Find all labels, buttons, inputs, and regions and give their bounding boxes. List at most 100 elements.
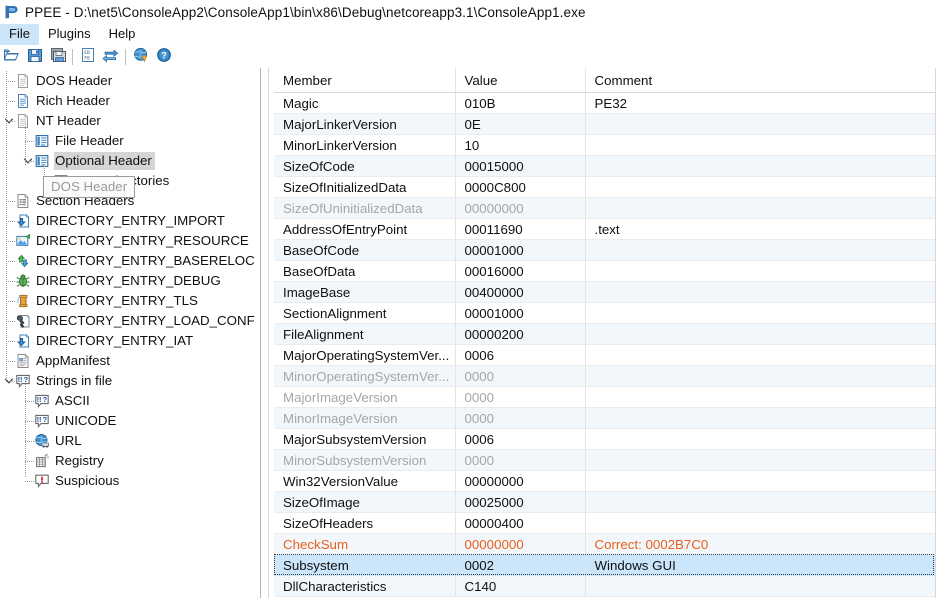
menu-plugins[interactable]: Plugins	[39, 24, 100, 45]
tree-item-directory-entry-tls[interactable]: DIRECTORY_ENTRY_TLS	[0, 291, 256, 311]
svg-text:!!: !!	[37, 395, 42, 404]
tree-item-label: Strings in file	[36, 373, 113, 388]
cell-member: AddressOfEntryPoint	[274, 218, 456, 240]
cell-member: MinorLinkerVersion	[274, 134, 456, 156]
tree-item-suspicious[interactable]: Suspicious	[0, 471, 256, 491]
cell-comment	[585, 428, 936, 450]
cell-comment	[585, 449, 936, 471]
table-row[interactable]: DllCharacteristics C140	[274, 575, 936, 597]
tree-item-appmanifest[interactable]: AppManifest	[0, 351, 256, 371]
tree-connector-line	[25, 124, 26, 166]
cell-value: 00001000	[455, 239, 586, 261]
cell-member: SizeOfUninitializedData	[274, 197, 456, 219]
table-blue-icon	[34, 133, 50, 149]
table-row[interactable]: Win32VersionValue 00000000	[274, 470, 936, 492]
cell-value: 0E	[455, 113, 586, 135]
save-as-icon	[50, 47, 66, 66]
column-header-member[interactable]: Member	[274, 68, 456, 93]
table-row[interactable]: MinorSubsystemVersion 0000	[274, 449, 936, 471]
member-table-panel[interactable]: Member Value Comment Magic 010B PE32 MajorL…	[274, 68, 950, 598]
table-row[interactable]: SectionAlignment 00001000	[274, 302, 936, 324]
tree-item-nt-header[interactable]: NT Header	[0, 111, 256, 131]
virustotal-button[interactable]	[129, 46, 152, 68]
splitter-line-left	[260, 68, 261, 598]
table-row[interactable]: SizeOfCode 00015000	[274, 155, 936, 177]
table-row[interactable]: Subsystem 0002 Windows GUI	[274, 554, 936, 576]
cell-comment	[585, 470, 936, 492]
strings-balloon-icon: !!?	[34, 413, 50, 429]
tree-item-ascii[interactable]: !!? ASCII	[0, 391, 256, 411]
tree-item-url[interactable]: URL	[0, 431, 256, 451]
panel-splitter[interactable]	[256, 68, 274, 598]
open-file-button[interactable]	[0, 46, 23, 68]
cell-value: 00015000	[455, 155, 586, 177]
table-row[interactable]: MajorLinkerVersion 0E	[274, 113, 936, 135]
cell-comment	[585, 491, 936, 513]
table-row[interactable]: ImageBase 00400000	[274, 281, 936, 303]
tree-connector-stub	[25, 441, 34, 442]
tree-connector-stub	[6, 361, 15, 362]
table-row[interactable]: MajorSubsystemVersion 0006	[274, 428, 936, 450]
svg-text:?: ?	[43, 415, 48, 424]
tree-item-dos-header[interactable]: DOS Header	[0, 71, 256, 91]
tree-item-optional-header[interactable]: Optional Header	[0, 151, 256, 171]
table-row[interactable]: BaseOfData 00016000	[274, 260, 936, 282]
column-header-comment[interactable]: Comment	[585, 68, 936, 93]
tree-item-registry[interactable]: Registry	[0, 451, 256, 471]
menu-help[interactable]: Help	[100, 24, 145, 45]
loadconfig-wrench-icon	[15, 313, 31, 329]
table-row[interactable]: SizeOfImage 00025000	[274, 491, 936, 513]
table-row[interactable]: AddressOfEntryPoint 00011690 .text	[274, 218, 936, 240]
save-as-button[interactable]	[46, 46, 69, 68]
tree-item-unicode[interactable]: !!? UNICODE	[0, 411, 256, 431]
table-row[interactable]: SizeOfInitializedData 0000C800	[274, 176, 936, 198]
refresh-button[interactable]	[99, 46, 122, 68]
tree-item-directory-entry-load-config[interactable]: DIRECTORY_ENTRY_LOAD_CONFIG	[0, 311, 256, 331]
table-row[interactable]: CheckSum 00000000 Correct: 0002B7C0	[274, 533, 936, 555]
cell-value: 00011690	[455, 218, 586, 240]
tree-item-rich-header[interactable]: Rich Header	[0, 91, 256, 111]
cell-member: Win32VersionValue	[274, 470, 456, 492]
table-row[interactable]: MajorImageVersion 0000	[274, 386, 936, 408]
document-blue-icon	[15, 93, 31, 109]
hex-editor-button[interactable]: EB F0	[76, 46, 99, 68]
cell-member: Subsystem	[274, 554, 456, 576]
table-row[interactable]: MinorImageVersion 0000	[274, 407, 936, 429]
debug-bug-icon	[15, 273, 31, 289]
cell-value: 10	[455, 134, 586, 156]
cell-member: DllCharacteristics	[274, 575, 456, 597]
tree-item-strings-in-file[interactable]: !!? Strings in file	[0, 371, 256, 391]
tree-item-directory-entry-iat[interactable]: DIRECTORY_ENTRY_IAT	[0, 331, 256, 351]
tree-connector-stub	[25, 401, 34, 402]
tree-item-file-header[interactable]: File Header	[0, 131, 256, 151]
menu-bar: File Plugins Help	[0, 24, 950, 45]
tree-item-label: ASCII	[55, 393, 90, 408]
table-row[interactable]: Magic 010B PE32	[274, 92, 936, 114]
tree-item-directory-entry-basereloc[interactable]: DIRECTORY_ENTRY_BASERELOC	[0, 251, 256, 271]
table-row[interactable]: SizeOfHeaders 00000400	[274, 512, 936, 534]
tree-item-label: DIRECTORY_ENTRY_IMPORT	[36, 213, 225, 228]
structure-tree: DOS Header Rich Header NT Header File Heade…	[0, 68, 256, 491]
table-row[interactable]: MinorOperatingSystemVer... 0000	[274, 365, 936, 387]
cell-value: 00000000	[455, 470, 586, 492]
tree-item-directory-entry-debug[interactable]: DIRECTORY_ENTRY_DEBUG	[0, 271, 256, 291]
ppee-app-icon	[4, 4, 20, 20]
tree-item-directory-entry-import[interactable]: DIRECTORY_ENTRY_IMPORT	[0, 211, 256, 231]
menu-file[interactable]: File	[0, 24, 39, 45]
cell-member: MajorLinkerVersion	[274, 113, 456, 135]
cell-value: 0006	[455, 428, 586, 450]
tree-connector-stub	[6, 101, 15, 102]
table-row[interactable]: BaseOfCode 00001000	[274, 239, 936, 261]
column-header-value[interactable]: Value	[455, 68, 586, 93]
table-row[interactable]: FileAlignment 00000200	[274, 323, 936, 345]
table-row[interactable]: MajorOperatingSystemVer... 0006	[274, 344, 936, 366]
table-row[interactable]: MinorLinkerVersion 10	[274, 134, 936, 156]
cell-value: C140	[455, 575, 586, 597]
table-row[interactable]: SizeOfUninitializedData 00000000	[274, 197, 936, 219]
save-button[interactable]	[23, 46, 46, 68]
tree-item-directory-entry-resource[interactable]: DIRECTORY_ENTRY_RESOURCE	[0, 231, 256, 251]
registry-icon	[34, 453, 50, 469]
structure-tree-panel[interactable]: DOS Header Rich Header NT Header File Heade…	[0, 68, 256, 598]
cell-member: FileAlignment	[274, 323, 456, 345]
help-button[interactable]: ?	[152, 46, 175, 68]
